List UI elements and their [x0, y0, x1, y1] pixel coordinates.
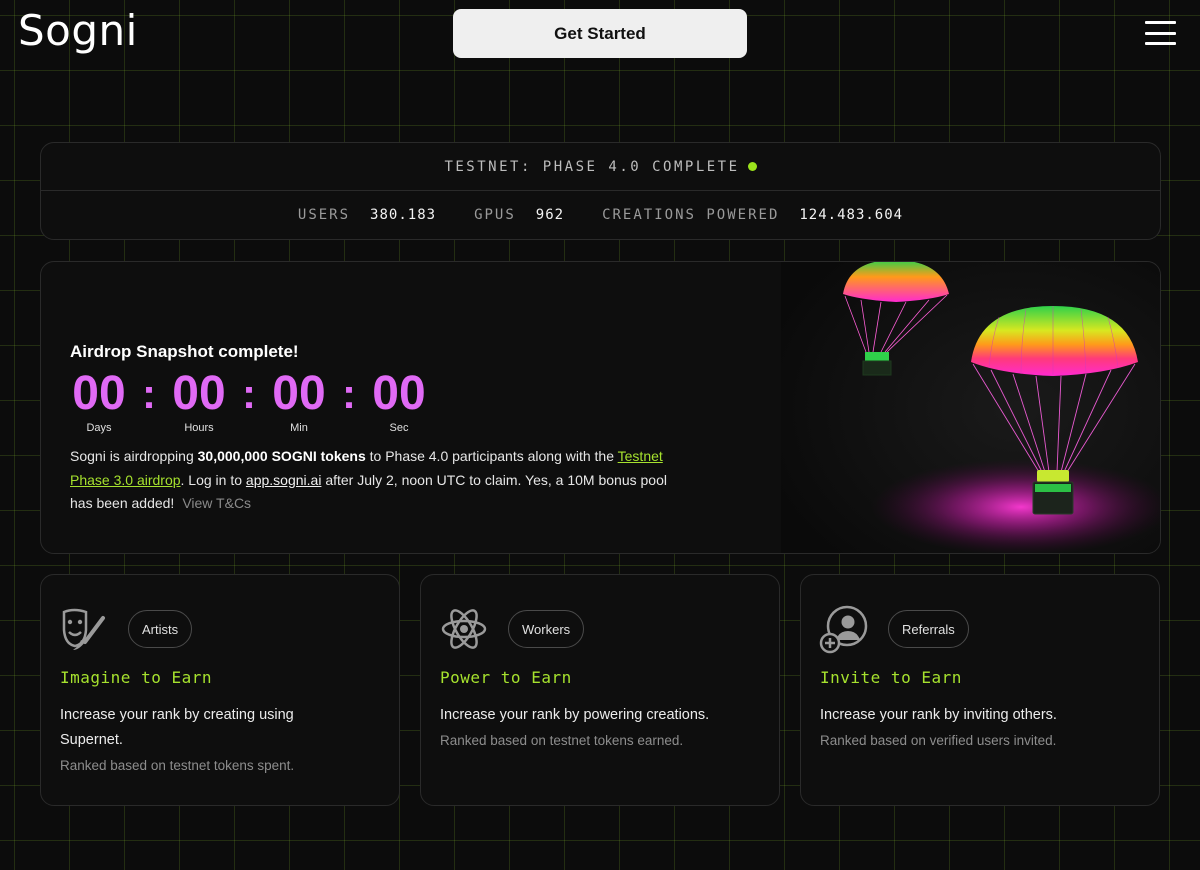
users-label: USERS [297, 207, 351, 223]
card-desc-text: Increase your rank by inviting others. [820, 707, 1057, 723]
countdown-separator: : [342, 370, 356, 417]
gpus-value: 962 [535, 207, 565, 223]
card-title: Imagine to Earn [60, 668, 212, 687]
card-workers[interactable]: Workers Power to Earn Increase your rank… [420, 574, 780, 806]
airdrop-text-part: to Phase 4.0 participants along with the [365, 448, 618, 464]
card-referrals[interactable]: Referrals Invite to Earn Increase your r… [800, 574, 1160, 806]
airdrop-text-part: . Log in to [180, 471, 246, 488]
sec-label: Sec [389, 422, 409, 434]
countdown-hours: 00 Hours [169, 366, 229, 434]
card-artists[interactable]: Artists Imagine to Earn Increase your ra… [40, 574, 400, 806]
view-terms-link[interactable]: View T&Cs [182, 495, 251, 511]
airdrop-description: Sogni is airdropping 30,000,000 SOGNI to… [70, 445, 670, 516]
days-value: 00 [72, 367, 126, 420]
hours-label: Hours [184, 422, 214, 434]
stat-creations: CREATIONS POWERED 124.483.604 [602, 207, 903, 223]
countdown-separator: : [242, 370, 256, 417]
airdrop-title: Airdrop Snapshot complete! [70, 342, 299, 361]
referrals-tag[interactable]: Referrals [888, 610, 969, 648]
artist-masks-icon [62, 608, 105, 650]
add-user-icon [819, 605, 868, 654]
testnet-stats-panel: TESTNET: PHASE 4.0 COMPLETE USERS 380.18… [40, 142, 1161, 240]
airdrop-token-amount: 30,000,000 SOGNI tokens [197, 448, 366, 464]
creations-value: 124.483.604 [799, 207, 904, 223]
stats-row: USERS 380.183 GPUS 962 CREATIONS POWERED… [41, 191, 1160, 239]
card-description: Increase your rank by powering creations… [440, 703, 740, 753]
card-sub-text: Ranked based on verified users invited. [820, 733, 1057, 748]
min-value: 00 [272, 367, 326, 420]
card-desc-text: Increase your rank by powering creations… [440, 707, 710, 723]
card-sub-text: Ranked based on testnet tokens spent. [60, 758, 295, 773]
card-title: Power to Earn [440, 668, 572, 687]
users-value: 380.183 [370, 207, 437, 223]
testnet-status: TESTNET: PHASE 4.0 COMPLETE [41, 143, 1160, 191]
atom-icon [441, 609, 487, 649]
card-description: Increase your rank by inviting others. R… [820, 703, 1120, 753]
countdown-sec: 00 Sec [369, 366, 429, 434]
stat-users: USERS 380.183 [298, 207, 436, 223]
countdown-timer: 00 Days : 00 Hours : 00 Min : 00 Sec [69, 366, 429, 434]
hamburger-menu-icon[interactable] [1145, 21, 1176, 45]
sec-value: 00 [372, 367, 426, 420]
airdrop-text-part: Sogni is airdropping [70, 448, 198, 464]
gpus-label: GPUS [474, 207, 516, 223]
app-sogni-link[interactable]: app.sogni.ai [246, 472, 322, 488]
countdown-days: 00 Days [69, 366, 129, 434]
hours-value: 00 [172, 367, 226, 420]
creations-label: CREATIONS POWERED [602, 207, 780, 223]
card-title: Invite to Earn [820, 668, 962, 687]
card-description: Increase your rank by creating using Sup… [60, 703, 360, 778]
stat-gpus: GPUS 962 [474, 207, 564, 223]
min-label: Min [290, 422, 308, 434]
airdrop-panel: Airdrop Snapshot complete! 00 Days : 00 … [40, 261, 1161, 554]
status-indicator-dot [747, 162, 757, 171]
artists-tag[interactable]: Artists [128, 610, 193, 648]
testnet-status-text: TESTNET: PHASE 4.0 COMPLETE [444, 158, 740, 175]
get-started-button[interactable]: Get Started [453, 9, 747, 58]
card-desc-text: Increase your rank by creating using Sup… [60, 707, 294, 748]
sogni-logo[interactable]: Sogni [18, 6, 138, 55]
workers-tag[interactable]: Workers [508, 610, 585, 648]
card-sub-text: Ranked based on testnet tokens earned. [440, 733, 684, 748]
parachute-illustration [781, 262, 1160, 553]
days-label: Days [86, 422, 112, 434]
countdown-min: 00 Min [269, 366, 329, 434]
countdown-separator: : [142, 370, 156, 417]
